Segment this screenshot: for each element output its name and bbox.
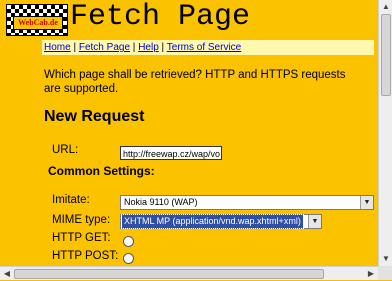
vertical-scrollbar[interactable]: ▲ ▼	[378, 0, 392, 266]
scroll-right-icon[interactable]: ▶	[364, 267, 378, 281]
http-post-radio[interactable]	[123, 253, 134, 264]
nav-link-fetch-page[interactable]: Fetch Page	[79, 42, 130, 53]
nav-separator: |	[161, 42, 165, 53]
common-settings-title: Common Settings:	[48, 164, 155, 178]
horizontal-scroll-thumb[interactable]	[14, 269, 324, 279]
mime-type-select-value: XHTML MP (application/vnd.wap.xhtml+xml)	[121, 214, 304, 229]
imitate-select-value: Nokia 9110 (WAP)	[124, 197, 198, 207]
http-get-radio[interactable]	[123, 236, 134, 247]
nav-separator: |	[132, 42, 136, 53]
nav-link-home[interactable]: Home	[44, 42, 71, 53]
imitate-select[interactable]: Nokia 9110 (WAP) ▼	[120, 195, 374, 210]
section-title: New Request	[44, 108, 145, 125]
http-get-label: HTTP GET:	[52, 232, 111, 244]
url-label: URL:	[52, 144, 79, 156]
mime-type-select[interactable]: XHTML MP (application/vnd.wap.xhtml+xml)…	[120, 214, 322, 229]
nav-bar: Home | Fetch Page | Help | Terms of Serv…	[42, 40, 374, 55]
page-title: Fetch Page	[70, 0, 251, 34]
webcab-logo[interactable]: WebCab.de	[6, 4, 68, 36]
scrollbar-corner	[378, 266, 392, 280]
logo-text: WebCab.de	[13, 16, 63, 30]
url-input[interactable]: http://freewap.cz/wap/vo	[120, 146, 222, 160]
horizontal-scrollbar[interactable]: ◀ ▶	[0, 266, 378, 280]
nav-link-help[interactable]: Help	[138, 42, 159, 53]
nav-separator: |	[73, 42, 77, 53]
scroll-up-icon[interactable]: ▲	[379, 0, 392, 14]
scroll-left-icon[interactable]: ◀	[0, 267, 14, 281]
scroll-down-icon[interactable]: ▼	[379, 252, 392, 266]
http-post-label: HTTP POST:	[52, 250, 119, 262]
intro-text: Which page shall be retrieved? HTTP and …	[44, 69, 346, 95]
mime-type-label: MIME type:	[52, 214, 111, 226]
chevron-down-icon[interactable]: ▼	[308, 215, 321, 228]
chevron-down-icon[interactable]: ▼	[360, 196, 373, 209]
nav-link-terms[interactable]: Terms of Service	[167, 42, 241, 53]
imitate-label: Imitate:	[52, 194, 90, 206]
vertical-scroll-thumb[interactable]	[381, 14, 391, 96]
page-viewport: WebCab.de Fetch Page Home | Fetch Page |…	[0, 0, 378, 266]
